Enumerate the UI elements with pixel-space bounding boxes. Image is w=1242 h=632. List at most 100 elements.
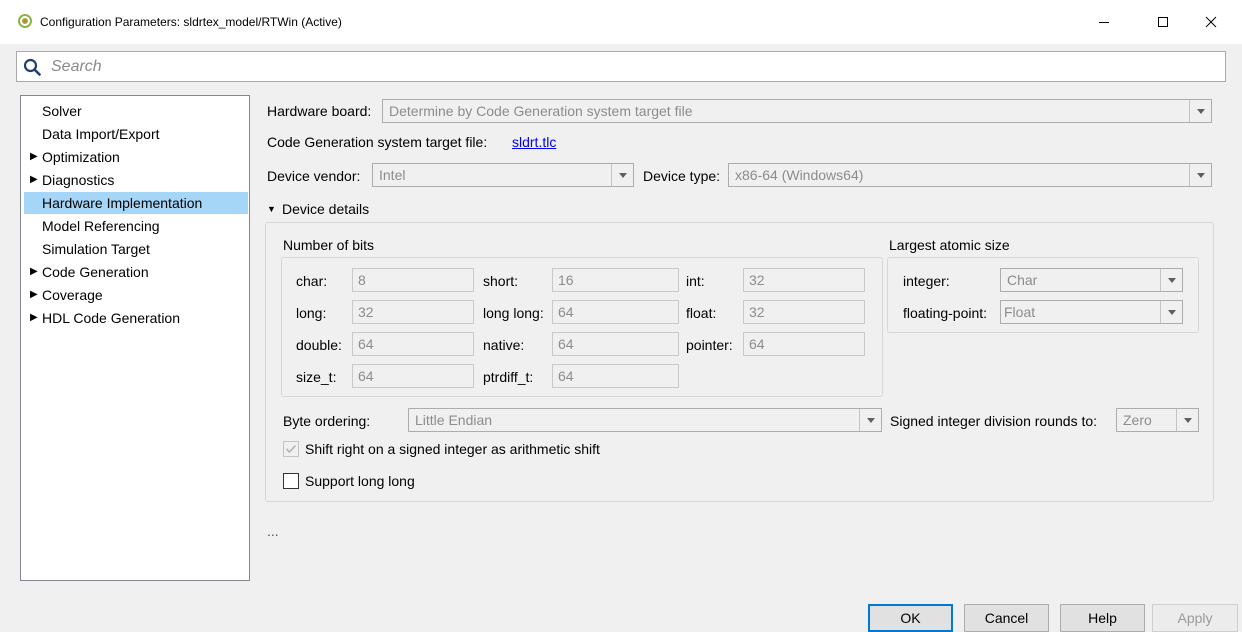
float-bits-value: 32 [749, 304, 765, 320]
int-label: int: [686, 273, 705, 289]
tree-item-label: Hardware Implementation [42, 195, 203, 211]
hardware-board-dropdown[interactable]: Determine by Code Generation system targ… [382, 99, 1212, 123]
checkmark-icon [285, 444, 297, 454]
search-icon [23, 58, 41, 76]
simulink-app-icon [18, 14, 32, 28]
close-icon [1205, 16, 1217, 28]
double-bits-field: 64 [352, 332, 474, 356]
tree-item-label: Simulation Target [42, 241, 150, 257]
char-label: char: [296, 273, 328, 289]
native-label: native: [483, 337, 525, 353]
tree-item-simulation-target[interactable]: Simulation Target [24, 238, 248, 260]
arithmetic-shift-checkbox[interactable] [283, 441, 299, 457]
tree-item-coverage[interactable]: ▶ Coverage [24, 284, 248, 306]
float-label: float: [686, 305, 717, 321]
minimize-icon [1099, 22, 1109, 23]
maximize-icon [1158, 17, 1168, 27]
largest-atomic-size-title: Largest atomic size [889, 237, 1010, 253]
double-label: double: [296, 337, 342, 353]
search-box[interactable] [16, 51, 1226, 82]
tree-item-label: Code Generation [42, 264, 149, 280]
category-tree[interactable]: Solver Data Import/Export ▶ Optimization… [20, 95, 250, 581]
pointer-bits-field: 64 [743, 332, 865, 356]
float-bits-field: 32 [743, 300, 865, 324]
dropdown-arrow-icon[interactable] [859, 409, 881, 431]
device-vendor-dropdown[interactable]: Intel [372, 163, 634, 187]
expand-arrow-icon[interactable]: ▶ [30, 307, 38, 329]
dropdown-arrow-icon[interactable] [1189, 164, 1211, 186]
tree-item-label: Coverage [42, 287, 103, 303]
division-rounding-value: Zero [1123, 412, 1152, 428]
pointer-label: pointer: [686, 337, 733, 353]
maximize-button[interactable] [1140, 0, 1186, 44]
tree-item-label: Optimization [42, 149, 120, 165]
atomic-integer-dropdown[interactable]: Char [1000, 268, 1183, 292]
tree-item-label: Model Referencing [42, 218, 160, 234]
atomic-float-value: Float [1004, 304, 1036, 320]
help-button[interactable]: Help [1060, 604, 1145, 632]
division-rounding-dropdown[interactable]: Zero [1116, 408, 1199, 432]
long-label: long: [296, 305, 327, 321]
dropdown-arrow-icon[interactable] [611, 164, 633, 186]
ptrdiff-t-bits-value: 64 [558, 368, 574, 384]
apply-button[interactable]: Apply [1152, 604, 1238, 632]
int-bits-value: 32 [749, 272, 765, 288]
tree-item-diagnostics[interactable]: ▶ Diagnostics [24, 169, 248, 191]
double-bits-value: 64 [358, 336, 374, 352]
tree-item-label: Data Import/Export [42, 126, 160, 142]
tree-item-model-referencing[interactable]: Model Referencing [24, 215, 248, 237]
device-details-label: Device details [282, 201, 370, 217]
tree-item-hardware-implementation[interactable]: Hardware Implementation [24, 192, 248, 214]
ok-button[interactable]: OK [868, 604, 953, 632]
tree-item-code-generation[interactable]: ▶ Code Generation [24, 261, 248, 283]
arithmetic-shift-label: Shift right on a signed integer as arith… [305, 441, 600, 457]
device-type-dropdown[interactable]: x86-64 (Windows64) [728, 163, 1212, 187]
size-t-label: size_t: [296, 369, 337, 385]
char-bits-value: 8 [358, 272, 366, 288]
support-long-long-checkbox[interactable] [283, 473, 299, 489]
target-file-label: Code Generation system target file: [267, 134, 488, 150]
short-bits-value: 16 [558, 272, 574, 288]
ptrdiff-t-label: ptrdiff_t: [483, 369, 534, 385]
long-long-label: long long: [483, 305, 544, 321]
ptrdiff-t-bits-field: 64 [552, 364, 679, 388]
device-vendor-value: Intel [379, 167, 406, 183]
tree-item-optimization[interactable]: ▶ Optimization [24, 146, 248, 168]
search-input[interactable] [51, 56, 1211, 78]
long-long-bits-field: 64 [552, 300, 679, 324]
tree-item-hdl-code-generation[interactable]: ▶ HDL Code Generation [24, 307, 248, 329]
cancel-button[interactable]: Cancel [964, 604, 1049, 632]
device-vendor-label: Device vendor: [267, 168, 361, 184]
tree-item-solver[interactable]: Solver [24, 100, 248, 122]
hardware-board-value: Determine by Code Generation system targ… [389, 103, 693, 119]
dropdown-arrow-icon[interactable] [1160, 269, 1182, 291]
dropdown-arrow-icon[interactable] [1160, 301, 1182, 323]
target-file-link[interactable]: sldrt.tlc [512, 134, 556, 150]
char-bits-field: 8 [352, 268, 474, 292]
hardware-board-label: Hardware board: [267, 103, 372, 119]
atomic-integer-label: integer: [903, 273, 950, 289]
expand-arrow-icon[interactable]: ▶ [30, 169, 38, 191]
byte-ordering-dropdown[interactable]: Little Endian [408, 408, 882, 432]
expand-arrow-icon[interactable]: ▶ [30, 261, 38, 283]
short-bits-field: 16 [552, 268, 679, 292]
native-bits-field: 64 [552, 332, 679, 356]
expand-arrow-icon[interactable]: ▶ [30, 146, 38, 168]
tree-item-label: Solver [42, 103, 82, 119]
dropdown-arrow-icon[interactable] [1189, 100, 1211, 122]
size-t-bits-value: 64 [358, 368, 374, 384]
atomic-float-label: floating-point: [903, 305, 988, 321]
tree-item-label: HDL Code Generation [42, 310, 181, 326]
expand-arrow-icon[interactable]: ▶ [30, 284, 38, 306]
support-long-long-label: Support long long [305, 473, 415, 489]
dropdown-arrow-icon[interactable] [1176, 409, 1198, 431]
close-button[interactable] [1188, 0, 1234, 44]
device-type-value: x86-64 (Windows64) [735, 167, 864, 183]
short-label: short: [483, 273, 519, 289]
tree-item-data-import-export[interactable]: Data Import/Export [24, 123, 248, 145]
atomic-float-dropdown[interactable]: Float [1000, 300, 1183, 324]
minimize-button[interactable] [1081, 0, 1127, 44]
number-of-bits-title: Number of bits [283, 237, 375, 253]
collapse-arrow-icon: ▼ [267, 204, 276, 214]
window-title: Configuration Parameters: sldrtex_model/… [40, 15, 342, 29]
